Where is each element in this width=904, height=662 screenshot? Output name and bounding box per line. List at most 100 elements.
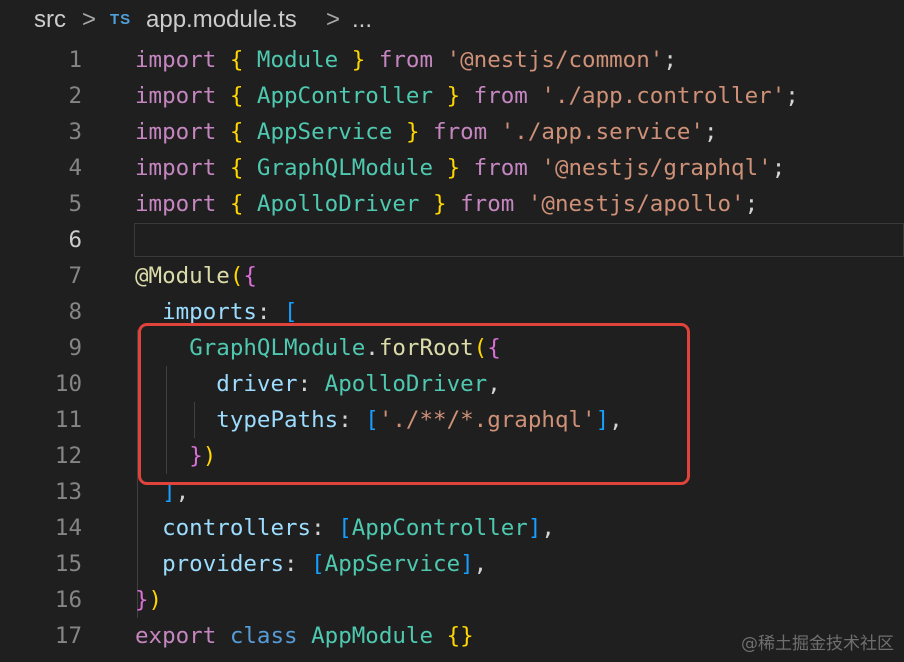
code-token: './app.service'	[500, 119, 704, 145]
code-token: {	[229, 155, 244, 181]
line-number: 12	[54, 443, 82, 469]
code-line[interactable]: 1 import { Module } from '@nestjs/common'…	[0, 42, 904, 78]
code-token: [	[284, 299, 298, 325]
line-number: 16	[54, 587, 82, 613]
line-number: 5	[68, 191, 82, 217]
code-line[interactable]: 14 controllers: [AppController],	[0, 510, 904, 546]
code-text: controllers: [AppController],	[135, 510, 555, 546]
code-token: }	[351, 47, 366, 73]
typescript-file-icon: TS	[110, 11, 132, 28]
line-number: 13	[54, 479, 82, 505]
code-line[interactable]: 7 @Module({	[0, 258, 904, 294]
chevron-right-icon: >	[82, 6, 97, 33]
code-token: ;	[771, 155, 786, 181]
code-token: './app.controller'	[541, 83, 786, 109]
code-token: }	[433, 191, 447, 217]
code-text: import { ApolloDriver } from '@nestjs/ap…	[135, 186, 758, 222]
code-line[interactable]: 6	[0, 222, 904, 258]
code-line[interactable]: 5 import { ApolloDriver } from '@nestjs/a…	[0, 186, 904, 222]
code-token: controllers	[162, 515, 312, 541]
code-text: import { Module } from '@nestjs/common';	[135, 42, 677, 78]
code-token: {	[229, 191, 244, 217]
code-token: from	[473, 155, 528, 181]
code-text: @Module({	[135, 258, 257, 294]
code-token: ;	[703, 119, 718, 145]
code-token: AppService	[243, 119, 406, 145]
code-token: export	[135, 623, 217, 649]
code-token: import	[135, 155, 217, 181]
code-text: })	[135, 582, 162, 618]
code-token: {	[243, 263, 257, 289]
code-token: {	[229, 47, 244, 73]
code-text: import { AppController } from './app.con…	[135, 78, 799, 114]
code-token: GraphQLModule	[243, 155, 447, 181]
code-line[interactable]: 2 import { AppController } from './app.co…	[0, 78, 904, 114]
code-token: }	[446, 155, 461, 181]
code-text: providers: [AppService],	[135, 546, 487, 582]
code-token: }	[135, 587, 149, 613]
line-number: 7	[68, 263, 82, 289]
code-line[interactable]: 4 import { GraphQLModule } from '@nestjs/…	[0, 150, 904, 186]
code-token: (	[229, 263, 244, 289]
code-token: ;	[785, 83, 799, 109]
code-line[interactable]: 15 providers: [AppService],	[0, 546, 904, 582]
code-token: ;	[663, 47, 677, 73]
line-number: 15	[54, 551, 82, 577]
code-token: [	[338, 515, 352, 541]
code-token: from	[378, 47, 434, 73]
code-token: {	[229, 119, 244, 145]
code-token: class	[229, 623, 298, 649]
code-token: ]	[460, 551, 474, 577]
breadcrumb: src > TS app.module.ts > ...	[0, 0, 904, 40]
code-token: AppController	[243, 83, 447, 109]
code-token: AppController	[351, 515, 528, 541]
breadcrumb-folder[interactable]: src	[34, 6, 66, 34]
code-token: @Module	[135, 263, 230, 289]
code-text: import { AppService } from './app.servic…	[135, 114, 718, 150]
code-token: :	[284, 551, 312, 577]
code-token: '@nestjs/common'	[446, 47, 664, 73]
code-token: from	[473, 83, 528, 109]
code-token: {	[229, 83, 244, 109]
code-line[interactable]: 3 import { AppService } from './app.servi…	[0, 114, 904, 150]
line-number: 3	[68, 119, 82, 145]
code-token: }	[446, 83, 461, 109]
line-number: 8	[68, 299, 82, 325]
code-token: ;	[744, 191, 759, 217]
code-token: :	[311, 515, 339, 541]
code-token: '@nestjs/graphql'	[541, 155, 772, 181]
code-token: import	[135, 47, 217, 73]
chevron-right-icon: >	[326, 6, 341, 33]
line-number: 6	[68, 227, 82, 253]
breadcrumb-file[interactable]: app.module.ts	[146, 6, 297, 34]
code-token: [	[311, 551, 325, 577]
code-token: import	[135, 191, 217, 217]
breadcrumb-symbol[interactable]: ...	[352, 6, 372, 34]
code-token: )	[148, 587, 163, 613]
line-number: 14	[54, 515, 82, 541]
code-token: ,	[541, 515, 555, 541]
line-number: 17	[54, 623, 82, 649]
code-token: ,	[473, 551, 488, 577]
code-token: {}	[446, 623, 474, 649]
code-line[interactable]: 16})	[0, 582, 904, 618]
code-token: '@nestjs/apollo'	[527, 191, 745, 217]
code-token: from	[460, 191, 515, 217]
code-token: import	[135, 83, 217, 109]
